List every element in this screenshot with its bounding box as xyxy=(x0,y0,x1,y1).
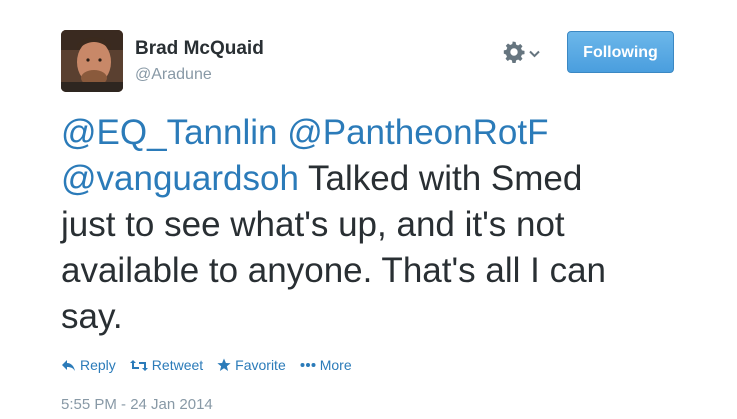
author-handle[interactable]: @Aradune xyxy=(135,66,212,84)
mention-link[interactable]: @EQ_Tannlin xyxy=(61,113,277,152)
more-label: More xyxy=(319,357,352,373)
tweet-timestamp[interactable]: 5:55 PM - 24 Jan 2014 xyxy=(61,396,213,413)
reply-label: Reply xyxy=(80,357,116,373)
mention-link[interactable]: @PantheonRotF xyxy=(287,113,548,152)
chevron-down-icon xyxy=(529,45,540,63)
retweet-label: Retweet xyxy=(151,357,204,373)
retweet-icon xyxy=(129,359,148,372)
user-actions-menu[interactable] xyxy=(502,40,548,68)
retweet-button[interactable]: Retweet xyxy=(129,357,204,373)
following-button[interactable]: Following xyxy=(567,31,674,73)
reply-button[interactable]: Reply xyxy=(61,357,116,373)
avatar[interactable] xyxy=(61,30,123,92)
mention-link[interactable]: @vanguardsoh xyxy=(61,159,299,198)
favorite-label: Favorite xyxy=(235,357,286,373)
tweet-actions: Reply Retweet Favorite More xyxy=(61,355,366,375)
star-icon xyxy=(217,358,231,372)
more-button[interactable]: More xyxy=(300,357,352,373)
favorite-button[interactable]: Favorite xyxy=(217,357,286,373)
author-name[interactable]: Brad McQuaid xyxy=(135,38,264,60)
tweet-text-segment: say. xyxy=(61,297,123,336)
avatar-image xyxy=(61,30,123,92)
tweet-text: @EQ_Tannlin @PantheonRotF @vanguardsoh T… xyxy=(61,110,681,340)
reply-icon xyxy=(61,359,76,372)
gear-icon xyxy=(502,40,526,69)
tweet-text-segment: Talked with Smed xyxy=(308,159,583,198)
tweet-text-segment: available to anyone. That's all I can xyxy=(61,251,606,290)
more-dots-icon xyxy=(300,362,316,368)
tweet-text-segment: just to see what's up, and it's not xyxy=(61,205,565,244)
